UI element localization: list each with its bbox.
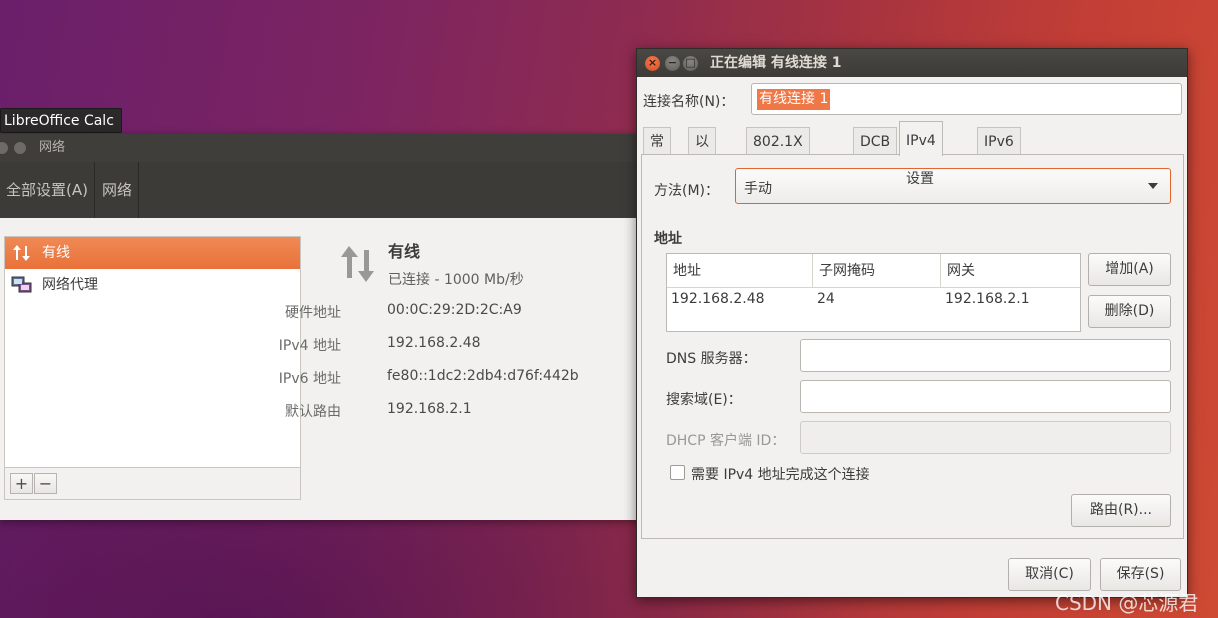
detail-key: IPv4 地址 (278, 338, 341, 354)
hardware-address-row: 硬件地址 00:0C:29:2D:2C:A9 (0, 302, 600, 322)
dhcp-client-id-input (800, 421, 1171, 454)
default-route-row: 默认路由 192.168.2.1 (0, 401, 600, 421)
search-domains-input[interactable] (800, 380, 1171, 413)
chevron-down-icon (1148, 183, 1158, 189)
tab-dcb[interactable]: DCB (853, 127, 898, 155)
all-settings-button[interactable]: 全部设置(A) (0, 162, 95, 218)
addresses-table: 地址 子网掩码 网关 192.168.2.48 24 192.168.2.1 (666, 253, 1081, 332)
table-row[interactable]: 192.168.2.48 24 192.168.2.1 (667, 289, 1080, 313)
maximize-icon[interactable]: □ (683, 56, 698, 71)
routes-button[interactable]: 路由(R)... (1071, 494, 1171, 527)
network-window-title: 网络 (39, 140, 66, 155)
device-item-label: 网络代理 (42, 277, 98, 293)
method-value: 手动 (744, 181, 772, 197)
detail-key: IPv6 地址 (278, 371, 341, 387)
close-icon[interactable]: × (645, 56, 660, 71)
dhcp-client-id-label: DHCP 客户端 ID： (666, 433, 786, 449)
device-item-wired[interactable]: 有线 (5, 237, 300, 269)
remove-device-button[interactable]: − (34, 473, 57, 494)
watermark: CSDN @芯源君 (1055, 591, 1199, 615)
require-ipv4-label[interactable]: 需要 IPv4 地址完成这个连接 (691, 464, 870, 484)
address-cell[interactable]: 192.168.2.48 (667, 289, 765, 313)
detail-value: 00:0C:29:2D:2C:A9 (387, 302, 522, 318)
edit-connection-dialog: × − □ 正在编辑 有线连接 1 连接名称(N)： 有线连接 1 常规 以太网… (636, 48, 1188, 598)
tab-802-1x-security[interactable]: 802.1X 安全性 (746, 127, 810, 178)
network-window-toolbar: 全部设置(A) 网络 (0, 162, 640, 218)
libreoffice-calc-tooltip: LibreOffice Calc (0, 108, 122, 133)
network-settings-window: 网络 全部设置(A) 网络 有线 网络代理 + − 有线 已连接 - 1000 … (0, 134, 640, 520)
tab-ipv4-settings[interactable]: IPv4 设置 (899, 121, 943, 187)
tab-general[interactable]: 常规 (643, 127, 671, 178)
addresses-heading: 地址 (654, 231, 682, 247)
device-list-toolbar: + − (4, 468, 301, 500)
ipv4-address-row: IPv4 地址 192.168.2.48 (0, 335, 600, 355)
ipv6-address-row: IPv6 地址 fe80::1dc2:2db4:d76f:442b (0, 368, 600, 388)
minimize-icon[interactable] (14, 142, 26, 154)
minimize-icon[interactable]: − (665, 56, 680, 71)
device-item-label: 有线 (42, 245, 70, 261)
network-proxy-icon (11, 276, 32, 293)
column-header-gateway[interactable]: 网关 (941, 254, 1080, 288)
method-dropdown[interactable]: 手动 (735, 168, 1171, 204)
detail-key: 硬件地址 (285, 305, 341, 321)
close-icon[interactable] (0, 142, 8, 154)
detail-value: 192.168.2.1 (387, 401, 472, 417)
network-window-body: 有线 网络代理 + − 有线 已连接 - 1000 Mb/秒 硬件地址 00:0… (0, 218, 640, 520)
detail-value: 192.168.2.48 (387, 335, 481, 351)
network-window-titlebar: 网络 (0, 134, 640, 162)
wired-connection-icon (341, 246, 374, 282)
detail-value: fe80::1dc2:2db4:d76f:442b (387, 368, 579, 384)
device-item-network-proxy[interactable]: 网络代理 (5, 269, 300, 301)
delete-address-button[interactable]: 删除(D) (1088, 295, 1171, 328)
dns-servers-label: DNS 服务器： (666, 351, 757, 367)
detail-key: 默认路由 (285, 404, 341, 420)
search-domains-label: 搜索域(E)： (666, 392, 742, 408)
tab-ethernet[interactable]: 以太网 (688, 127, 716, 206)
connection-title: 有线 (388, 242, 421, 261)
add-device-button[interactable]: + (10, 473, 33, 494)
network-breadcrumb-button[interactable]: 网络 (96, 162, 140, 218)
column-header-address[interactable]: 地址 (667, 254, 813, 288)
table-header: 地址 子网掩码 网关 (667, 254, 1080, 288)
dns-servers-input[interactable] (800, 339, 1171, 372)
method-label: 方法(M)： (654, 183, 720, 199)
dialog-title: 正在编辑 有线连接 1 (710, 55, 842, 71)
ipv4-settings-panel: 方法(M)： 手动 地址 地址 子网掩码 网关 192.168.2.48 24 … (641, 154, 1184, 539)
add-address-button[interactable]: 增加(A) (1088, 253, 1171, 286)
column-header-netmask[interactable]: 子网掩码 (813, 254, 941, 288)
connection-status: 已连接 - 1000 Mb/秒 (388, 272, 524, 288)
connection-name-value: 有线连接 1 (757, 89, 831, 110)
connection-name-input[interactable]: 有线连接 1 (751, 83, 1182, 115)
dialog-titlebar: × − □ 正在编辑 有线连接 1 (637, 49, 1187, 77)
require-ipv4-checkbox[interactable] (670, 465, 685, 480)
connection-name-label: 连接名称(N)： (643, 94, 735, 110)
wired-network-icon (13, 245, 30, 261)
gateway-cell[interactable]: 192.168.2.1 (941, 289, 1030, 313)
netmask-cell[interactable]: 24 (813, 289, 835, 313)
tab-ipv6-settings[interactable]: IPv6 设置 (977, 127, 1021, 178)
